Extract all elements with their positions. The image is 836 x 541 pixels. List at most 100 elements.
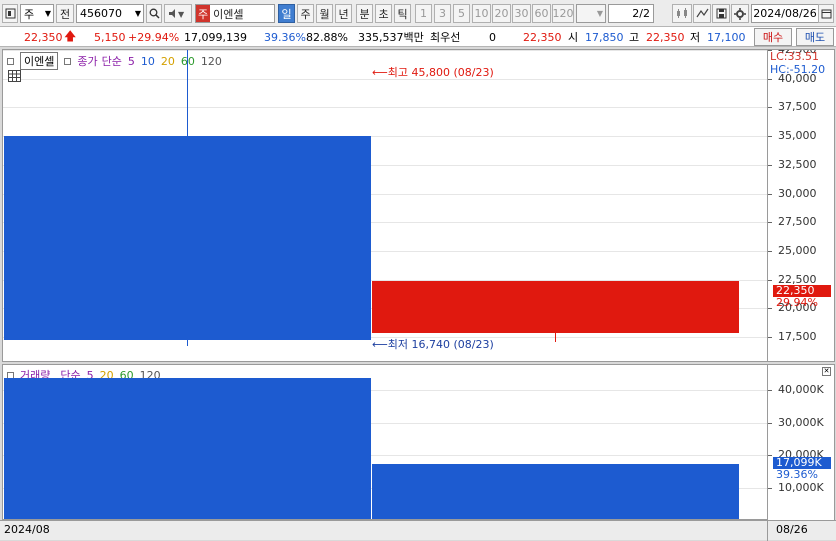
- date-value: 2024/08/26: [753, 7, 817, 20]
- period-year-button[interactable]: 년: [335, 4, 352, 23]
- search-icon[interactable]: [146, 4, 162, 23]
- candle-body: [372, 281, 739, 333]
- price-tick-label: 30,000: [768, 186, 817, 200]
- x-axis: 2024/08 08/26: [0, 520, 836, 541]
- open-label: 시: [568, 31, 579, 44]
- chart-menu-icon[interactable]: [2, 4, 18, 23]
- interval-60-button[interactable]: 60: [532, 4, 551, 23]
- low-annotation: ⟵최저 16,740 (08/23): [372, 336, 494, 352]
- volume-ratio: 39.36%: [264, 30, 306, 44]
- interval-20-label: 20: [494, 7, 509, 20]
- x-start-label: 2024/08: [4, 523, 50, 536]
- grid-line: [3, 50, 767, 51]
- period-week-button[interactable]: 주: [297, 4, 314, 23]
- period-day-label: 일: [281, 7, 292, 21]
- best-quote-price: 22,350: [523, 30, 562, 44]
- high-annotation: ⟵최고 45,800 (08/23): [372, 64, 494, 80]
- calendar-icon[interactable]: [818, 4, 834, 23]
- stock-name: 이엔셀: [213, 7, 244, 21]
- candle-settings-icon[interactable]: [672, 4, 692, 23]
- chevron-down-icon: ▼: [134, 9, 141, 18]
- interval-3-button[interactable]: 3: [434, 4, 451, 23]
- interval-10-button[interactable]: 10: [472, 4, 491, 23]
- low-label: 저: [690, 31, 701, 44]
- arrow-left-icon: ⟵: [372, 338, 388, 351]
- low-annotation-text: 최저 16,740 (08/23): [387, 338, 494, 351]
- period-minute-button[interactable]: 분: [356, 4, 373, 23]
- period-tick-label: 틱: [397, 7, 408, 21]
- close-icon[interactable]: ✕: [822, 367, 831, 376]
- speaker-icon[interactable]: ▼: [164, 4, 192, 23]
- market-type-select[interactable]: 주 ▼: [20, 4, 54, 23]
- stock-tag: 이엔셀: [20, 52, 59, 70]
- legend-checkbox[interactable]: [64, 57, 72, 65]
- grid-line: [3, 107, 767, 109]
- trade-amount: 335,537백만: [358, 31, 424, 44]
- code-input[interactable]: 456070 ▼: [76, 4, 144, 23]
- low-price: 17,100: [707, 30, 746, 44]
- ma-10-label: 10: [140, 54, 155, 68]
- period-month-label: 월: [319, 7, 330, 21]
- sell-label: 매도: [804, 31, 826, 44]
- prev-button[interactable]: 전: [56, 4, 74, 23]
- change-rate: +29.94%: [128, 30, 180, 44]
- market-type-value: 주: [24, 7, 35, 21]
- volume-chart-pane: 거래량 단순 5 20 60 120: [2, 364, 768, 520]
- buy-label: 매수: [762, 31, 784, 44]
- date-input[interactable]: 2024/08/26: [751, 4, 819, 23]
- page-indicator: 2/2: [608, 4, 654, 23]
- ma-5-label: 5: [127, 54, 135, 68]
- arrow-left-icon: ⟵: [372, 66, 388, 79]
- interval-30-label: 30: [514, 7, 529, 20]
- quote-bar: 22,350 🡅 5,150 +29.94% 17,099,139 39.36%…: [0, 27, 836, 47]
- stock-type-badge: 주: [196, 5, 211, 22]
- price-tick-label: 32,500: [768, 157, 817, 171]
- price-legend: 이엔셀 종가 단순 5 10 20 60 120: [7, 52, 222, 70]
- toolbar: 주 ▼ 전 456070 ▼ ▼ 주 이엔셀 일 주 월 년 분 초 틱 1 3…: [0, 0, 836, 27]
- price-tick-label: 35,000: [768, 129, 817, 143]
- chevron-down-icon: ▼: [596, 9, 603, 18]
- table-icon[interactable]: [8, 70, 21, 85]
- interval-3-label: 3: [439, 7, 446, 20]
- interval-select[interactable]: ▼: [576, 4, 606, 23]
- price-tick-label: 25,000: [768, 243, 817, 257]
- interval-120-button[interactable]: 120: [552, 4, 574, 23]
- period-second-button[interactable]: 초: [375, 4, 392, 23]
- high-price: 22,350: [646, 30, 685, 44]
- buy-button[interactable]: 매수: [754, 28, 792, 46]
- open-price: 17,850: [585, 30, 624, 44]
- volume-bar: [372, 464, 739, 519]
- save-icon[interactable]: [712, 4, 730, 23]
- period-day-button[interactable]: 일: [278, 4, 295, 23]
- prev-label: 전: [59, 7, 71, 21]
- volume-axis[interactable]: 40,000K 30,000K 20,000K 10,000K ✕ 17,099K 3…: [767, 364, 835, 520]
- volume-tick-label: 10,000K: [768, 480, 824, 494]
- x-end-label: 08/26: [776, 523, 808, 536]
- interval-5-button[interactable]: 5: [453, 4, 470, 23]
- ma-type-label: 단순: [101, 55, 122, 68]
- legend-checkbox[interactable]: [7, 57, 14, 65]
- period-month-button[interactable]: 월: [316, 4, 333, 23]
- svg-text:▼: ▼: [178, 10, 185, 19]
- interval-30-button[interactable]: 30: [512, 4, 531, 23]
- best-quote-value: 0: [489, 30, 496, 44]
- current-rate-tag: 29.94%: [776, 296, 818, 309]
- price-chart-pane: 이엔셀 종가 단순 5 10 20 60 120 ⟵최고 45,800 (08/…: [2, 49, 768, 362]
- volume-tick-label: 40,000K: [768, 383, 824, 396]
- interval-20-button[interactable]: 20: [492, 4, 511, 23]
- ma-120-label: 120: [200, 54, 222, 68]
- interval-5-label: 5: [458, 7, 465, 20]
- sell-button[interactable]: 매도: [796, 28, 834, 46]
- price-tick-label: 27,500: [768, 215, 817, 229]
- period-tick-button[interactable]: 틱: [394, 4, 411, 23]
- price-tick-label: 17,500: [768, 330, 817, 343]
- interval-1-button[interactable]: 1: [415, 4, 432, 23]
- period-second-label: 초: [378, 7, 389, 21]
- current-price: 22,350: [24, 30, 63, 44]
- price-axis[interactable]: 42,500 40,000 37,500 35,000 32,500 30,000 27,5…: [767, 49, 835, 362]
- draw-tool-icon[interactable]: [693, 4, 711, 23]
- stock-name-field[interactable]: 주 이엔셀: [195, 4, 275, 23]
- volume-tick-label: 30,000K: [768, 415, 824, 429]
- gear-icon[interactable]: [731, 4, 749, 23]
- volume: 17,099,139: [184, 30, 247, 44]
